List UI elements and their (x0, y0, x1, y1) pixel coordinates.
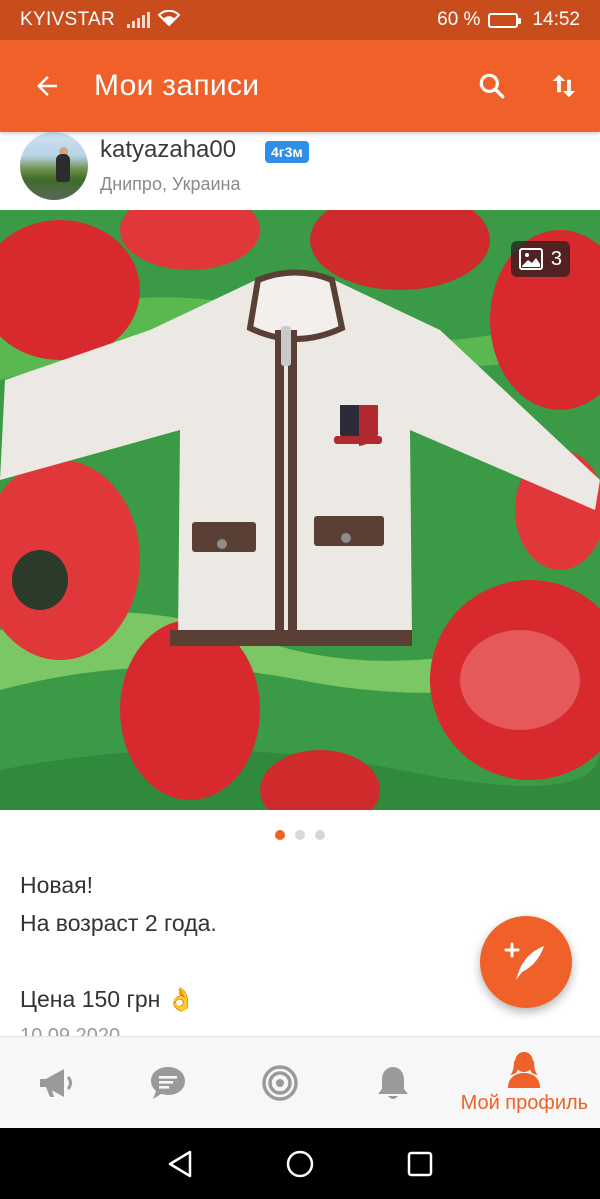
post-text: Новая! На возраст 2 года. Цена 150 грн 👌 (20, 866, 460, 1018)
back-triangle-icon[interactable] (166, 1149, 194, 1179)
gallery-icon (518, 248, 543, 270)
battery-percent: 60 % (437, 9, 481, 30)
new-post-button[interactable] (480, 916, 572, 1008)
system-navigation-bar (0, 1128, 600, 1199)
photo-pagination (0, 830, 600, 840)
nav-item-feed[interactable] (0, 1037, 112, 1128)
author-location: Днипро, Украина (100, 174, 241, 194)
app-bar: Мои записи (0, 40, 600, 132)
search-button[interactable] (456, 40, 528, 132)
megaphone-icon (40, 1068, 73, 1097)
pagination-dot[interactable] (275, 830, 285, 840)
search-icon (479, 73, 505, 99)
recents-square-icon[interactable] (406, 1150, 434, 1178)
nav-item-profile[interactable]: Мой профиль (449, 1037, 600, 1128)
battery-icon (488, 12, 522, 28)
post-date: 10.09.2020 (20, 1025, 121, 1036)
page-title: Мои записи (94, 69, 260, 102)
bell-icon (377, 1066, 408, 1099)
pagination-dot[interactable] (295, 830, 305, 840)
back-button[interactable] (0, 40, 94, 132)
nav-item-notifications[interactable] (336, 1037, 448, 1128)
post-line: Цена 150 грн 👌 (20, 986, 196, 1012)
post-line: На возраст 2 года. (20, 910, 217, 936)
wifi-icon (157, 9, 181, 31)
author-name[interactable]: katyazaha00 (100, 136, 236, 164)
post-author[interactable]: katyazaha00 4г3м Днипро, Украина (0, 126, 600, 210)
post-line: Новая! (20, 872, 93, 898)
photo-count: 3 (550, 247, 562, 270)
status-bar: KYIVSTAR 60 % 14:52 (0, 0, 600, 40)
nav-item-profile-label: Мой профиль (460, 1092, 589, 1114)
sort-arrows-icon (552, 74, 576, 98)
post-photo[interactable]: 3 (0, 210, 600, 810)
home-circle-icon[interactable] (285, 1149, 315, 1179)
nav-item-discussions[interactable] (224, 1037, 336, 1128)
child-age-badge: 4г3м (265, 141, 309, 163)
avatar[interactable] (20, 132, 88, 200)
arrow-left-icon (37, 76, 57, 96)
photo-count-badge: 3 (510, 241, 570, 277)
clock: 14:52 (532, 9, 580, 30)
messages-icon (151, 1066, 186, 1099)
pagination-dot[interactable] (315, 830, 325, 840)
quill-plus-icon (504, 942, 544, 980)
signal-icon (126, 12, 150, 28)
bottom-navigation: Мой профиль (0, 1036, 600, 1128)
target-icon (262, 1064, 299, 1101)
carrier-name: KYIVSTAR (20, 9, 115, 30)
nav-item-messages[interactable] (112, 1037, 224, 1128)
sort-button[interactable] (528, 40, 600, 132)
profile-icon (508, 1052, 541, 1088)
sweater-photo (0, 210, 600, 810)
